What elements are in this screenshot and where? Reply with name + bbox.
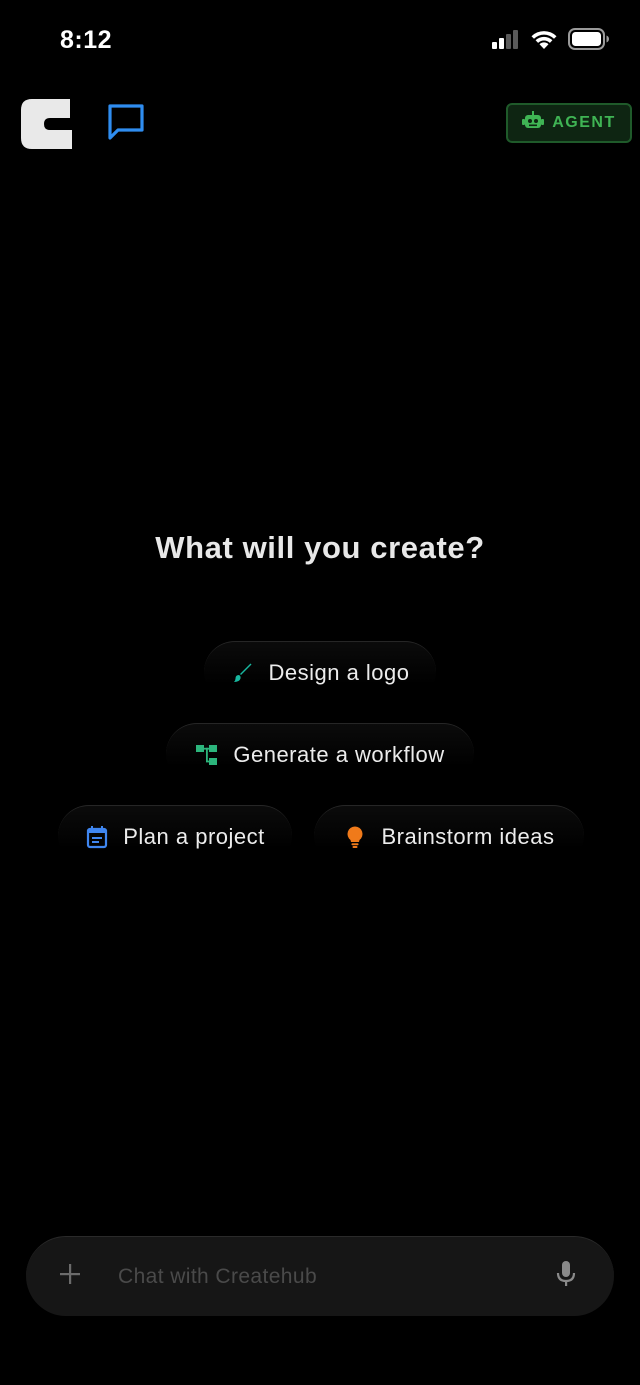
chat-bubble-icon xyxy=(106,103,146,146)
cellular-signal-icon xyxy=(492,29,520,54)
calendar-icon xyxy=(85,825,109,849)
suggestion-label: Brainstorm ideas xyxy=(381,823,555,849)
page-title: What will you create? xyxy=(155,530,485,565)
attach-button[interactable] xyxy=(50,1257,90,1297)
chat-button[interactable] xyxy=(104,102,148,146)
createhub-logo[interactable] xyxy=(20,98,72,150)
status-bar: 8:12 xyxy=(0,0,640,84)
lightbulb-icon xyxy=(343,825,367,849)
suggestion-label: Design a logo xyxy=(268,659,410,685)
wifi-icon xyxy=(530,28,558,55)
suggestion-label: Plan a project xyxy=(123,823,265,849)
status-icons xyxy=(492,28,610,55)
suggestion-label: Generate a workflow xyxy=(233,741,445,767)
robot-icon xyxy=(522,110,545,136)
suggestion-plan-project[interactable]: Plan a project xyxy=(58,805,292,867)
suggestion-brainstorm-ideas[interactable]: Brainstorm ideas xyxy=(314,805,584,867)
chat-composer xyxy=(26,1236,614,1316)
status-time: 8:12 xyxy=(60,26,113,54)
microphone-icon xyxy=(555,1260,577,1293)
microphone-button[interactable] xyxy=(546,1257,586,1297)
battery-icon xyxy=(568,28,610,55)
brush-icon xyxy=(230,661,254,685)
agent-button[interactable]: AGENT xyxy=(506,103,632,143)
agent-button-label: AGENT xyxy=(552,114,616,131)
suggestion-generate-workflow[interactable]: Generate a workflow xyxy=(166,723,474,785)
plus-icon xyxy=(59,1263,81,1290)
workflow-icon xyxy=(195,743,219,767)
suggestion-design-logo[interactable]: Design a logo xyxy=(204,641,436,703)
chat-input[interactable] xyxy=(116,1263,546,1290)
